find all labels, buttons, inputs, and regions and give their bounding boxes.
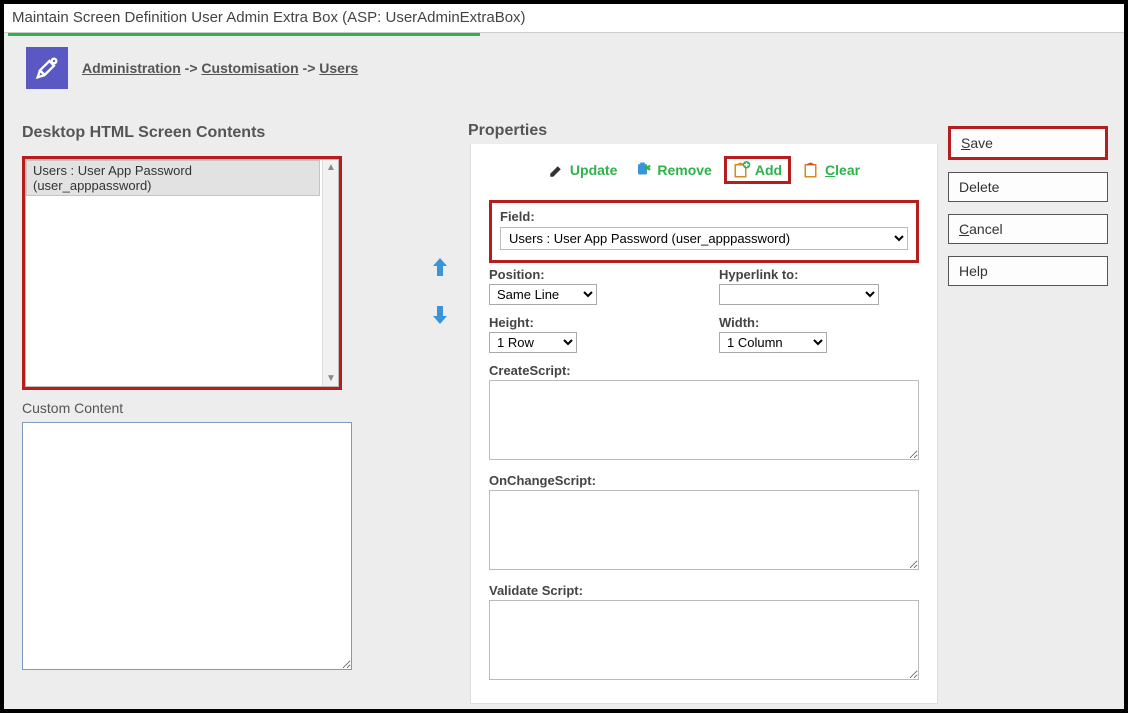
left-panel: Desktop HTML Screen Contents Users : Use… <box>10 124 410 704</box>
create-script-label: CreateScript: <box>489 363 919 378</box>
reorder-controls <box>420 124 460 704</box>
save-button[interactable]: Save <box>948 126 1108 160</box>
breadcrumb-sep: -> <box>185 60 202 76</box>
clear-label: Clear <box>825 162 860 178</box>
move-up-button[interactable] <box>428 254 452 280</box>
scroll-down-icon[interactable]: ▼ <box>326 373 336 384</box>
add-label: Add <box>755 162 782 178</box>
clear-button[interactable]: Clear <box>797 159 866 181</box>
remove-button[interactable]: Remove <box>629 159 717 181</box>
height-select[interactable]: 1 Row <box>489 332 577 353</box>
custom-content-textarea[interactable] <box>22 422 352 670</box>
tools-icon <box>26 47 68 89</box>
validate-script-label: Validate Script: <box>489 583 919 598</box>
update-button[interactable]: Update <box>542 159 623 181</box>
field-select[interactable]: Users : User App Password (user_apppassw… <box>500 227 908 250</box>
validate-script-textarea[interactable] <box>489 600 919 680</box>
onchange-script-label: OnChangeScript: <box>489 473 919 488</box>
update-label: Update <box>570 162 617 178</box>
width-label: Width: <box>719 315 919 330</box>
hyperlink-select[interactable] <box>719 284 879 305</box>
properties-toolbar: Update Remove Add Clear <box>489 156 919 184</box>
field-label: Field: <box>500 209 908 224</box>
position-row: Position: Same Line Hyperlink to: <box>489 267 919 305</box>
move-down-button[interactable] <box>428 302 452 328</box>
width-select[interactable]: 1 Column <box>719 332 827 353</box>
breadcrumb: Administration -> Customisation -> Users <box>82 60 358 76</box>
left-heading: Desktop HTML Screen Contents <box>22 124 410 142</box>
breadcrumb-bar: Administration -> Customisation -> Users <box>4 33 1124 97</box>
height-label: Height: <box>489 315 689 330</box>
breadcrumb-sep: -> <box>303 60 320 76</box>
scrollbar[interactable]: ▲ ▼ <box>322 160 338 386</box>
list-item[interactable]: Users : User App Password (user_apppassw… <box>26 160 320 196</box>
cancel-button[interactable]: Cancel <box>948 214 1108 244</box>
remove-label: Remove <box>657 162 711 178</box>
breadcrumb-link-administration[interactable]: Administration <box>82 60 181 76</box>
delete-button[interactable]: Delete <box>948 172 1108 202</box>
scroll-up-icon[interactable]: ▲ <box>326 162 336 173</box>
window-title: Maintain Screen Definition User Admin Ex… <box>4 4 1124 33</box>
size-row: Height: 1 Row Width: 1 Column <box>489 315 919 353</box>
properties-panel: Update Remove Add Clear <box>470 144 938 704</box>
create-script-textarea[interactable] <box>489 380 919 460</box>
position-label: Position: <box>489 267 689 282</box>
breadcrumb-link-customisation[interactable]: Customisation <box>201 60 298 76</box>
onchange-script-textarea[interactable] <box>489 490 919 570</box>
properties-heading: Properties <box>468 122 547 140</box>
field-block: Field: Users : User App Password (user_a… <box>489 200 919 263</box>
hyperlink-label: Hyperlink to: <box>719 267 919 282</box>
action-buttons: Save Delete Cancel Help <box>948 124 1118 704</box>
title-underline <box>8 33 480 36</box>
help-button[interactable]: Help <box>948 256 1108 286</box>
position-select[interactable]: Same Line <box>489 284 597 305</box>
screen-contents-listbox[interactable]: Users : User App Password (user_apppassw… <box>22 156 342 390</box>
custom-content-label: Custom Content <box>22 400 410 416</box>
breadcrumb-link-users[interactable]: Users <box>319 60 358 76</box>
add-button[interactable]: Add <box>724 156 791 184</box>
